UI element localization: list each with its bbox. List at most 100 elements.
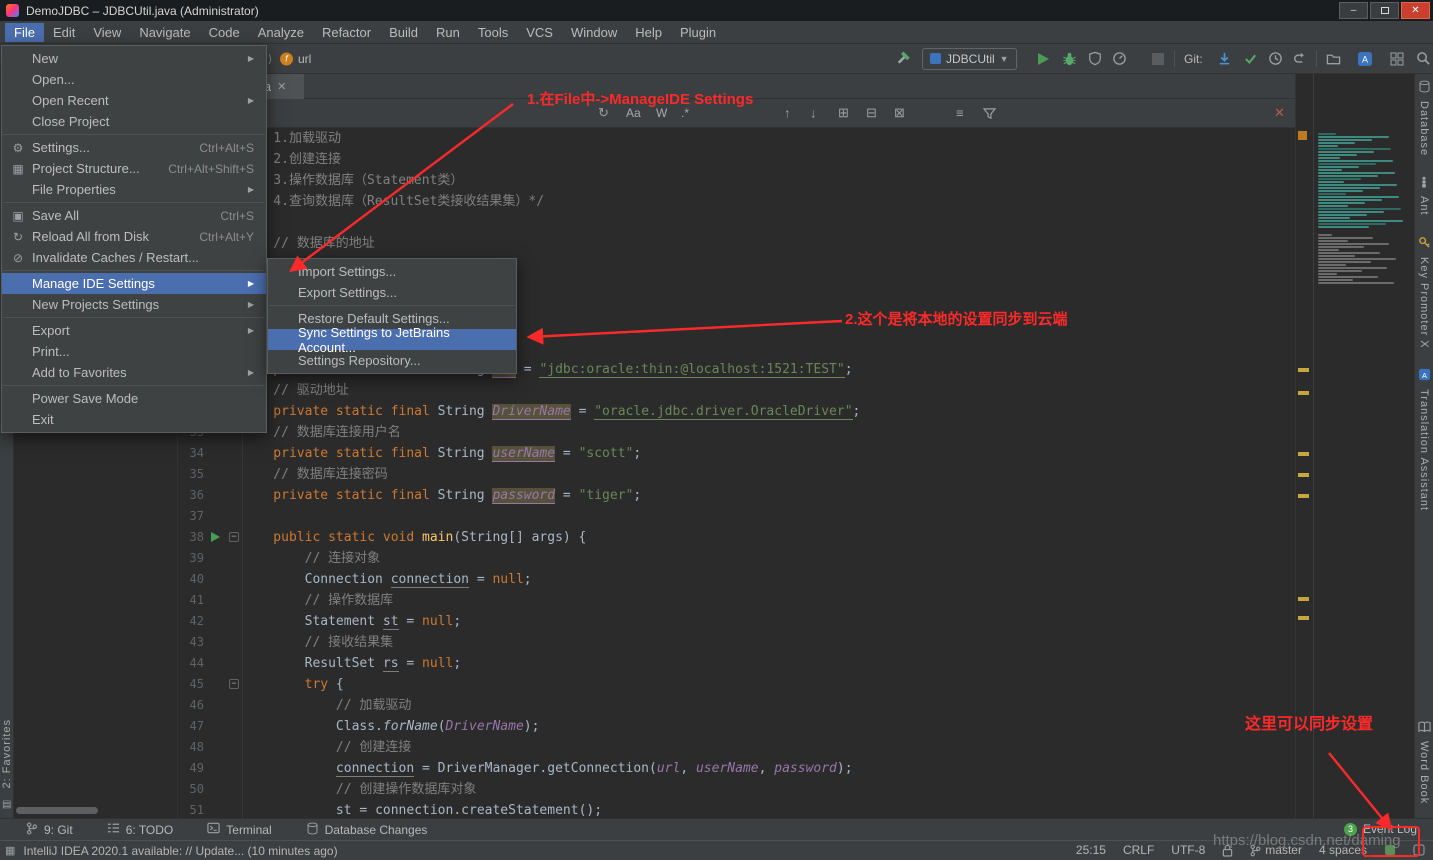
stripe-warning-mark[interactable] (1298, 391, 1309, 395)
encoding[interactable]: UTF-8 (1171, 843, 1205, 857)
submenu-item-export-settings[interactable]: Export Settings... (268, 282, 516, 303)
code-line[interactable]: 42 Statement st = null; (178, 611, 1295, 632)
code-line[interactable]: 21 3.操作数据库（Statement类） (178, 170, 1295, 191)
revert-icon[interactable] (1290, 50, 1308, 68)
menu-code[interactable]: Code (200, 23, 249, 42)
search-everywhere-icon[interactable] (1414, 50, 1432, 68)
tool-button-word-book[interactable]: Word Book (1417, 721, 1431, 804)
code-line[interactable]: 49 connection = DriverManager.getConnect… (178, 758, 1295, 779)
file-menu-item-open[interactable]: Open... (2, 69, 266, 90)
menu-help[interactable]: Help (626, 23, 671, 42)
tool-button-favorites[interactable]: 2: Favorites (1, 719, 13, 788)
menu-view[interactable]: View (84, 23, 130, 42)
file-menu-item-export[interactable]: Export ▶ (2, 320, 266, 341)
fold-icon[interactable]: − (229, 532, 239, 542)
code-line[interactable]: 48 // 创建连接 (178, 737, 1295, 758)
code-line[interactable]: 46 // 加载驱动 (178, 695, 1295, 716)
file-menu-item-close-project[interactable]: Close Project (2, 111, 266, 132)
code-line[interactable]: 22 4.查询数据库（ResultSet类接收结果集）*/ (178, 191, 1295, 212)
status-message[interactable]: IntelliJ IDEA 2020.1 available: // Updat… (23, 844, 337, 858)
file-menu-item-reload-all-from-disk[interactable]: ↻ Reload All from Disk Ctrl+Alt+Y (2, 226, 266, 247)
submenu-item-import-settings[interactable]: Import Settings... (268, 261, 516, 282)
minimize-button[interactable]: – (1339, 2, 1368, 19)
filter-funnel-icon[interactable] (980, 104, 998, 122)
caret-position[interactable]: 25:15 (1076, 843, 1106, 857)
git-update-icon[interactable] (1215, 50, 1233, 68)
code-line[interactable]: 20 2.创建连接 (178, 149, 1295, 170)
maximize-button[interactable] (1370, 2, 1399, 19)
code-line[interactable]: 50 // 创建操作数据库对象 (178, 779, 1295, 800)
toolwindow-switcher-icon[interactable]: ▦ (5, 844, 15, 857)
menu-window[interactable]: Window (562, 23, 626, 42)
stripe-warning-mark[interactable] (1298, 597, 1309, 601)
file-menu-item-new[interactable]: New ▶ (2, 48, 266, 69)
tool-button-database[interactable]: Database (1418, 80, 1431, 156)
code-line[interactable]: 24 // 数据库的地址 (178, 233, 1295, 254)
code-area[interactable]: 19 1.加载驱动20 2.创建连接21 3.操作数据库（Statement类）… (178, 128, 1295, 818)
code-line[interactable]: 47 Class.forName(DriverName); (178, 716, 1295, 737)
tool-button-terminal[interactable]: Terminal (207, 822, 272, 837)
stripe-warning-mark[interactable] (1298, 616, 1309, 620)
tool-button-database-changes[interactable]: Database Changes (306, 822, 427, 838)
error-stripe[interactable] (1295, 74, 1313, 818)
menu-run[interactable]: Run (427, 23, 469, 42)
menu-build[interactable]: Build (380, 23, 427, 42)
structure-icon[interactable]: ▤ (2, 799, 11, 810)
inspection-status-icon[interactable] (1298, 131, 1307, 140)
run-line-icon[interactable] (211, 532, 220, 542)
run-button[interactable] (1038, 52, 1049, 65)
stripe-warning-mark[interactable] (1298, 368, 1309, 372)
file-menu-item-settings[interactable]: ⚙ Settings... Ctrl+Alt+S (2, 137, 266, 158)
close-search-icon[interactable]: ✕ (1274, 105, 1285, 121)
exclude-icon[interactable]: ⊠ (894, 105, 905, 121)
translate-icon[interactable]: A (1356, 50, 1374, 68)
breadcrumb-item[interactable]: url (298, 52, 311, 66)
coverage-shield-icon[interactable] (1086, 50, 1104, 68)
file-menu-item-add-to-favorites[interactable]: Add to Favorites ▶ (2, 362, 266, 383)
code-line[interactable]: 19 1.加载驱动 (178, 128, 1295, 149)
code-line[interactable]: 45 − try { (178, 674, 1295, 695)
tool-button-translation-assistant[interactable]: A Translation Assistant (1418, 368, 1431, 511)
tab-close-icon[interactable]: ✕ (277, 80, 286, 93)
code-line[interactable]: 36 private static final String password … (178, 485, 1295, 506)
menu-tools[interactable]: Tools (469, 23, 517, 42)
file-menu-item-exit[interactable]: Exit (2, 409, 266, 430)
code-line[interactable]: 35 // 数据库连接密码 (178, 464, 1295, 485)
build-hammer-icon[interactable] (893, 50, 911, 68)
submenu-item-sync-settings-to-jetbrains-account[interactable]: Sync Settings to JetBrains Account... (268, 325, 516, 355)
minimap-panel[interactable] (1313, 74, 1414, 818)
git-commit-check-icon[interactable] (1241, 50, 1259, 68)
menu-analyze[interactable]: Analyze (249, 23, 313, 42)
stripe-warning-mark[interactable] (1298, 452, 1309, 456)
code-line[interactable]: 40 Connection connection = null; (178, 569, 1295, 590)
previous-occurrence-icon[interactable]: ↑ (784, 106, 791, 121)
menu-refactor[interactable]: Refactor (313, 23, 380, 42)
line-ending[interactable]: CRLF (1123, 843, 1154, 857)
file-menu-item-new-projects-settings[interactable]: New Projects Settings ▶ (2, 294, 266, 315)
file-menu-item-manage-ide-settings[interactable]: Manage IDE Settings ▶ (2, 273, 266, 294)
debug-bug-icon[interactable] (1060, 50, 1078, 68)
file-menu-item-project-structure[interactable]: ▦ Project Structure... Ctrl+Alt+Shift+S (2, 158, 266, 179)
grid-icon[interactable] (1388, 50, 1406, 68)
code-line[interactable]: 38 − public static void main(String[] arg… (178, 527, 1295, 548)
next-occurrence-icon[interactable]: ↓ (810, 106, 817, 121)
tool-button-key-promoter-x[interactable]: Key Promoter X (1418, 236, 1431, 348)
code-line[interactable]: 44 ResultSet rs = null; (178, 653, 1295, 674)
close-button[interactable]: ✕ (1401, 2, 1430, 19)
code-line[interactable]: 43 // 接收结果集 (178, 632, 1295, 653)
menu-file[interactable]: File (5, 22, 44, 42)
tool-button-ant[interactable]: Ant (1418, 176, 1430, 216)
code-line[interactable]: 51 st = connection.createStatement(); (178, 800, 1295, 818)
file-menu-item-open-recent[interactable]: Open Recent ▶ (2, 90, 266, 111)
stripe-warning-mark[interactable] (1298, 473, 1309, 477)
history-clock-icon[interactable] (1266, 50, 1284, 68)
search-options-icon[interactable]: ≡ (956, 106, 964, 121)
run-config-selector[interactable]: JDBCUtil ▼ (922, 47, 1017, 70)
code-line[interactable]: 31 // 驱动地址 (178, 380, 1295, 401)
code-line[interactable]: 23 (178, 212, 1295, 233)
tool-button-9-git[interactable]: 9: Git (26, 822, 73, 838)
file-menu-item-invalidate-caches-restart[interactable]: ⊘ Invalidate Caches / Restart... (2, 247, 266, 268)
file-menu-item-power-save-mode[interactable]: Power Save Mode (2, 388, 266, 409)
menu-navigate[interactable]: Navigate (130, 23, 199, 42)
code-line[interactable]: 39 // 连接对象 (178, 548, 1295, 569)
